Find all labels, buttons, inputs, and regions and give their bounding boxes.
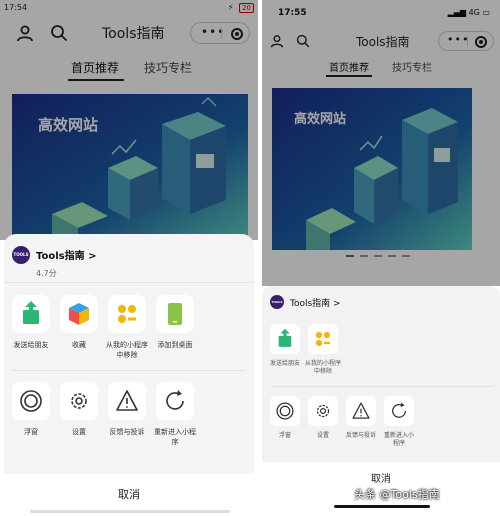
share-icon xyxy=(23,301,39,324)
sheet-header: TOOLS Tools指南 > 4.7分 xyxy=(12,244,248,284)
sheet-overlay[interactable] xyxy=(262,0,500,286)
favorite-label: 收藏 xyxy=(72,341,86,349)
settings-label: 设置 xyxy=(72,428,86,436)
send-to-friend-label: 发送给朋友 xyxy=(269,360,300,367)
float-window-label: 浮窗 xyxy=(24,428,38,436)
reenter-miniprogram-button[interactable] xyxy=(384,396,414,426)
float-window-icon xyxy=(20,390,42,412)
add-to-desktop-label: 添加到桌面 xyxy=(157,341,193,349)
remove-from-my-miniprograms-label: 从我的小程序中移除 xyxy=(304,360,341,375)
warning-icon xyxy=(352,402,370,419)
right-phone-screen: 17:55 ▂▄▆ 4G ▭ Tools指南 ••• 首页推荐 技巧专栏 高效网… xyxy=(262,0,500,516)
remove-from-my-miniprograms-button[interactable] xyxy=(108,295,146,333)
remove-apps-icon xyxy=(118,305,136,323)
app-name-link[interactable]: Tools指南 > xyxy=(36,247,96,262)
remove-apps-icon xyxy=(315,331,331,347)
left-phone-screen: 17:54 ⚡ 20 Tools指南 ••• 首页推荐 技巧专栏 高效网站 TO… xyxy=(0,0,258,516)
send-to-friend-button[interactable] xyxy=(12,295,50,333)
favorite-button[interactable] xyxy=(60,295,98,333)
feedback-complaint-button[interactable] xyxy=(346,396,376,426)
feedback-complaint-label: 反馈与投诉 xyxy=(109,428,145,436)
gear-icon xyxy=(71,393,87,409)
float-window-button[interactable] xyxy=(270,396,300,426)
warning-icon xyxy=(116,390,138,411)
add-to-desktop-button[interactable] xyxy=(156,295,194,333)
cancel-button[interactable]: 取消 xyxy=(262,470,500,485)
reload-icon xyxy=(392,402,406,418)
cancel-button[interactable]: 取消 xyxy=(4,486,254,502)
reload-icon xyxy=(166,390,184,410)
action-sheet: TOOLS Tools指南 > 发送给朋友 从我的小程序中移除 浮窗 设置 反馈… xyxy=(262,286,500,462)
reenter-miniprogram-label: 重新进入小程序 xyxy=(383,432,414,447)
home-indicator xyxy=(30,510,230,513)
cube-icon xyxy=(69,303,89,325)
feedback-complaint-label: 反馈与投诉 xyxy=(345,432,376,439)
float-window-label: 浮窗 xyxy=(278,432,291,439)
settings-button[interactable] xyxy=(308,396,338,426)
float-window-icon xyxy=(276,402,294,420)
feedback-complaint-button[interactable] xyxy=(108,382,146,420)
sheet-divider xyxy=(4,282,254,283)
settings-label: 设置 xyxy=(316,432,329,439)
remove-from-my-miniprograms-button[interactable] xyxy=(308,324,338,354)
source-watermark: 头条 @Tools指南 xyxy=(354,488,440,501)
sheet-row-divider xyxy=(12,370,246,371)
reenter-miniprogram-button[interactable] xyxy=(156,382,194,420)
sheet-overlay[interactable] xyxy=(0,0,258,240)
comparison-screenshot: 17:54 ⚡ 20 Tools指南 ••• 首页推荐 技巧专栏 高效网站 TO… xyxy=(0,0,500,516)
app-name-link[interactable]: Tools指南 > xyxy=(290,296,341,309)
sheet-row-divider xyxy=(270,386,492,387)
send-to-friend-label: 发送给朋友 xyxy=(13,341,49,349)
sheet-header: TOOLS Tools指南 > xyxy=(270,292,492,314)
app-logo: TOOLS xyxy=(12,246,30,264)
gear-icon xyxy=(316,404,330,418)
app-rating: 4.7分 xyxy=(36,269,57,278)
share-icon xyxy=(278,328,292,347)
remove-from-my-miniprograms-label: 从我的小程序中移除 xyxy=(106,341,148,359)
float-window-button[interactable] xyxy=(12,382,50,420)
settings-button[interactable] xyxy=(60,382,98,420)
reenter-miniprogram-label: 重新进入小程序 xyxy=(154,428,196,446)
send-to-friend-button[interactable] xyxy=(270,324,300,354)
add-to-desktop-icon xyxy=(168,303,182,325)
app-logo: TOOLS xyxy=(270,295,284,309)
